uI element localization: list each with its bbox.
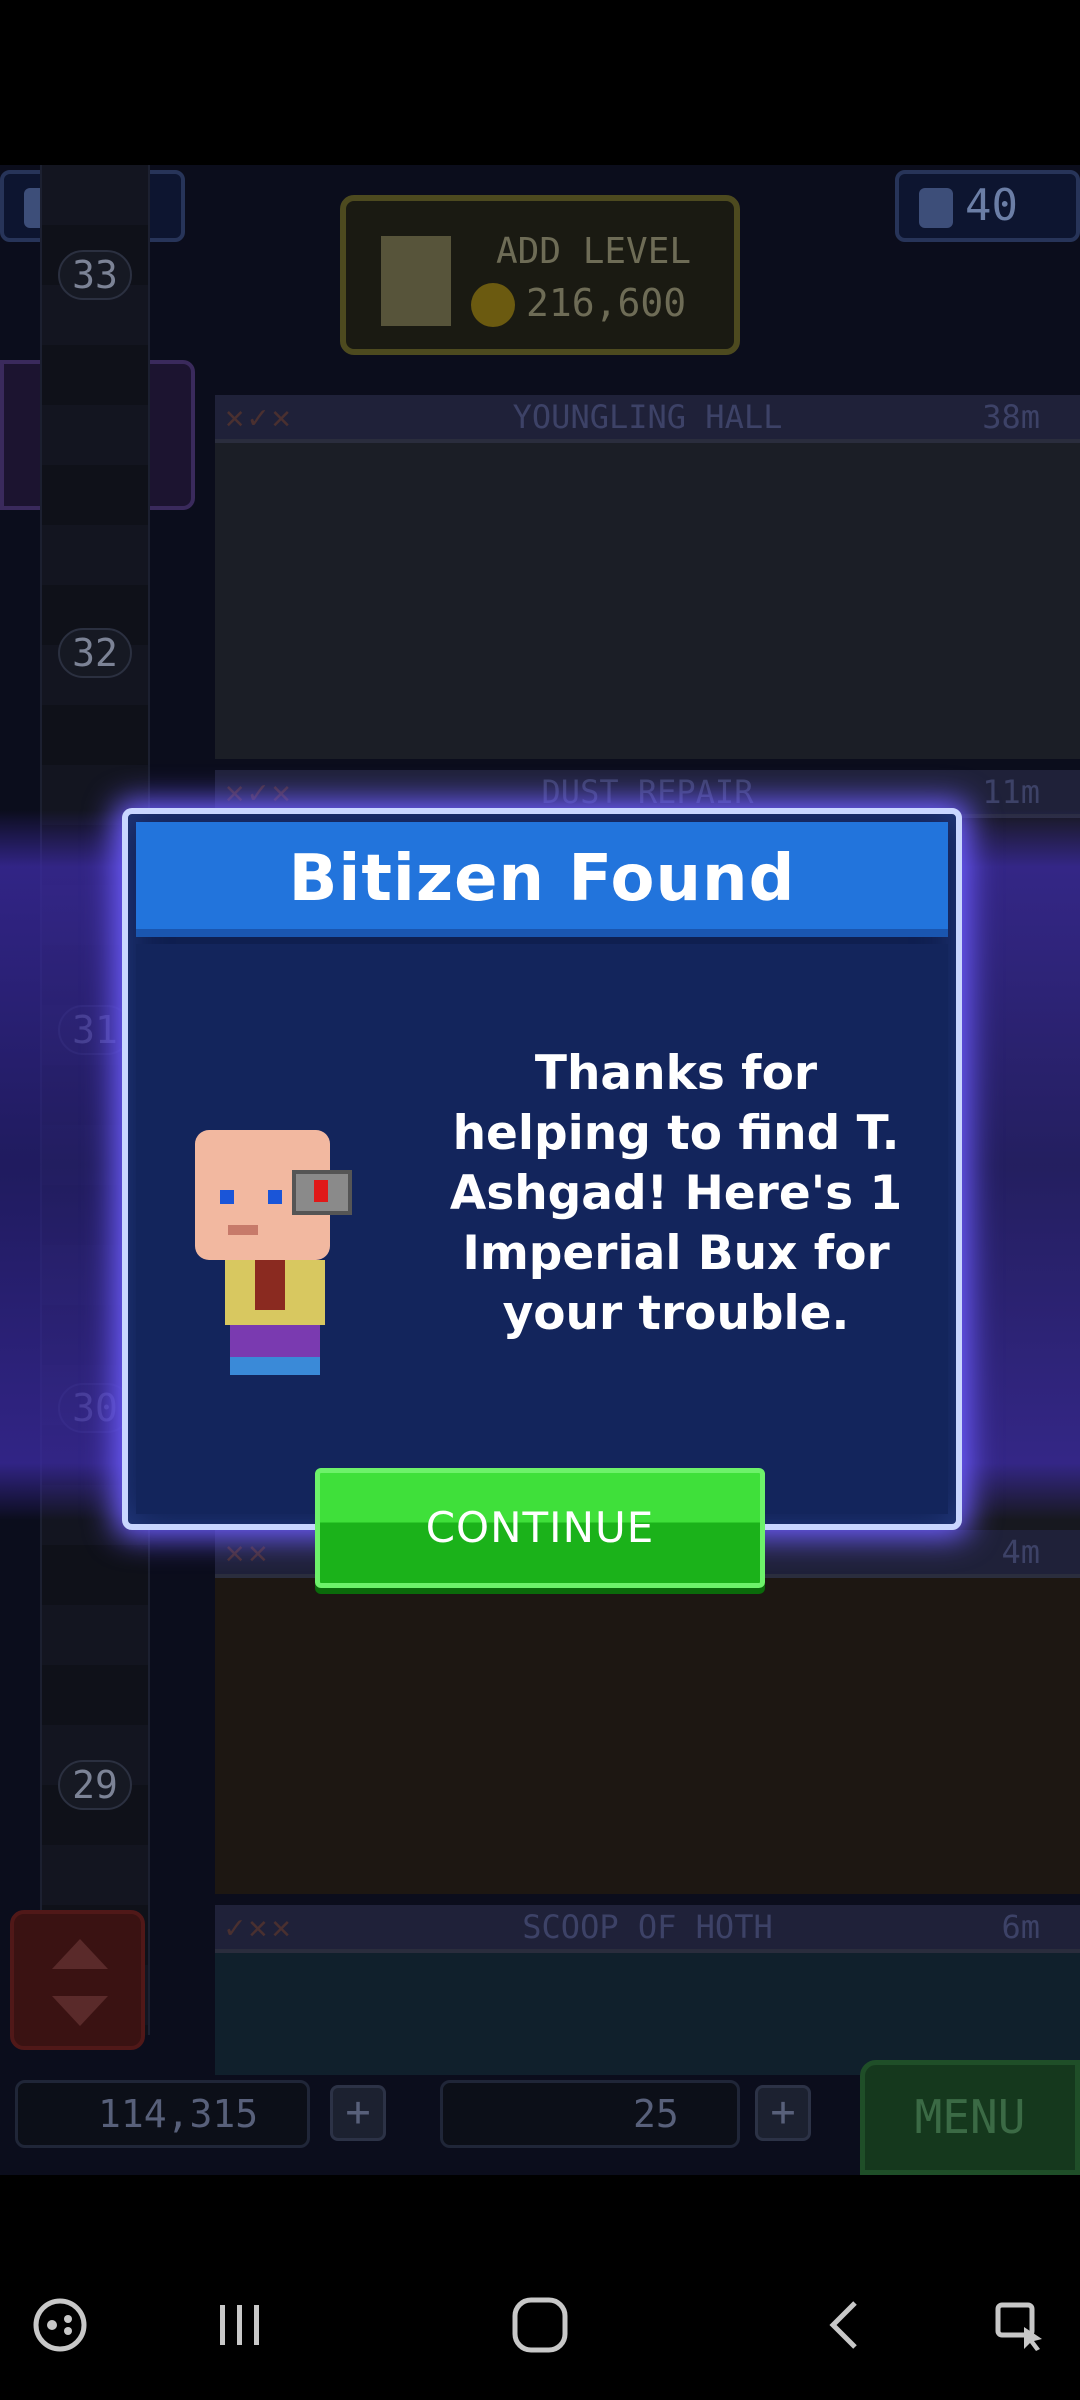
floor-name: SCOOP OF HOTH [522, 1908, 773, 1946]
add-level-cost: 216,600 [526, 281, 687, 325]
coins-counter: 114,315 [15, 2080, 310, 2148]
recent-apps-icon[interactable] [205, 2290, 275, 2360]
floor-youngling-hall[interactable] [215, 439, 1080, 759]
add-bux-button[interactable]: + [755, 2085, 811, 2141]
floor-counter[interactable]: 40 [895, 170, 1080, 242]
floor-shop[interactable] [215, 1574, 1080, 1894]
floor-title-bar[interactable]: ✓✕✕ SCOOP OF HOTH 6m [215, 1905, 1080, 1949]
add-level-label: ADD LEVEL [496, 231, 692, 272]
add-coins-button[interactable]: + [330, 2085, 386, 2141]
floor-timer: 11m [982, 773, 1040, 811]
floor-timer: 6m [1001, 1908, 1040, 1946]
floor-title-bar[interactable]: ✕✓✕ YOUNGLING HALL 38m [215, 395, 1080, 439]
floor-status-marks: ✕✕ [225, 1533, 272, 1571]
continue-button[interactable]: CONTINUE [315, 1468, 765, 1588]
dialog-title: Bitizen Found [288, 842, 796, 916]
coin-icon [471, 283, 515, 327]
dialog-message: Thanks for helping to find T. Ashgad! He… [449, 1046, 903, 1341]
dialog-header: Bitizen Found [136, 822, 948, 937]
system-nav-bar [0, 2175, 1080, 2400]
floor-status-marks: ✓✕✕ [225, 1908, 295, 1946]
menu-button[interactable]: MENU [860, 2060, 1080, 2175]
add-level-button[interactable]: ADD LEVEL 216,600 [340, 195, 740, 355]
elevator-updown-button[interactable] [10, 1910, 145, 2050]
floor-number: 29 [58, 1760, 132, 1810]
back-icon[interactable] [810, 2290, 880, 2360]
floor-number: 33 [58, 250, 132, 300]
bux-counter: 25 [440, 2080, 740, 2148]
building-icon [919, 188, 953, 228]
floor-number: 32 [58, 628, 132, 678]
screenshot-icon[interactable] [985, 2290, 1055, 2360]
floor-scoop-of-hoth[interactable] [215, 1949, 1080, 2075]
floor-name: DUST REPAIR [541, 773, 754, 811]
bitizen-character-icon [170, 1125, 370, 1385]
floor-status-marks: ✕✓✕ [225, 398, 295, 436]
floor-timer: 38m [982, 398, 1040, 436]
floor-name: YOUNGLING HALL [512, 398, 783, 436]
game-launcher-icon[interactable] [25, 2290, 95, 2360]
add-floor-icon [381, 236, 451, 326]
home-icon[interactable] [505, 2290, 575, 2360]
floor-timer: 4m [1001, 1533, 1040, 1571]
